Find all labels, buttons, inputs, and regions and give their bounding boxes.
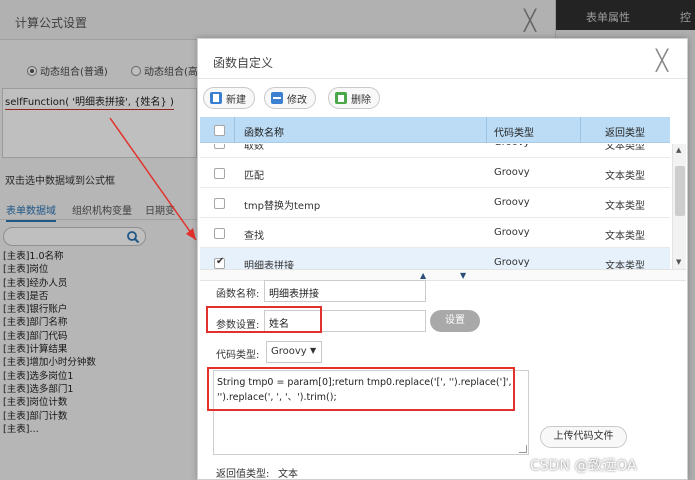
collapse-down-icon[interactable]: ▼ [460,271,466,280]
cell-return-type: 文本类型 [605,231,645,242]
watermark: CSDN @致远OA [530,458,637,474]
cell-function-name: 明细表拼接 [244,261,294,269]
function-toolbar: 新建 修改 删除 [198,87,687,113]
table-row[interactable]: 查找 Groovy 文本类型 [200,218,670,248]
cell-function-name: tmp替换为temp [244,201,321,212]
cell-code-type: Groovy [494,167,530,178]
cell-function-name: 匹配 [244,171,264,182]
cell-return-type: 文本类型 [605,171,645,182]
expand-up-icon[interactable]: ▲ [420,271,426,280]
row-checkbox[interactable] [214,144,225,149]
function-dialog-title: 函数自定义 [213,56,274,70]
column-divider [580,117,581,143]
new-button[interactable]: 新建 [203,87,255,109]
table-header: 函数名称 代码类型 返回类型 [200,117,670,143]
table-row[interactable]: tmp替换为temp Groovy 文本类型 [200,188,670,218]
return-type-label: 返回值类型: [216,469,270,480]
function-name-label: 函数名称: [216,289,260,300]
scroll-up-icon[interactable]: ▲ [676,146,681,154]
code-type-value: Groovy [271,346,307,357]
cell-function-name: 查找 [244,231,264,242]
delete-button[interactable]: 删除 [328,87,380,109]
table-body: 取数 Groovy 文本类型 匹配 Groovy 文本类型 tmp替换为temp… [200,144,670,269]
row-checkbox-checked[interactable] [214,256,225,269]
return-type-value: 文本 [278,469,298,480]
cell-code-type: Groovy [494,144,530,148]
header-return-type[interactable]: 返回类型 [605,124,645,139]
function-table: 函数名称 代码类型 返回类型 取数 Groovy 文本类型 匹配 Groovy … [200,117,688,269]
delete-button-label: 删除 [351,94,371,106]
close-icon[interactable]: ╳ [656,50,668,70]
trash-icon [335,92,347,104]
new-button-label: 新建 [226,94,246,106]
row-checkbox[interactable] [214,228,225,239]
annotation-box-code [207,367,515,411]
resize-handle-icon[interactable] [519,445,527,453]
cell-function-name: 取数 [244,144,264,152]
table-row[interactable]: 取数 Groovy 文本类型 [200,144,670,158]
table-row[interactable]: 匹配 Groovy 文本类型 [200,158,670,188]
set-button[interactable]: 设置 [430,310,480,332]
dropdown-caret-icon[interactable]: ▼ [310,346,316,355]
cell-return-type: 文本类型 [605,201,645,212]
function-name-field[interactable]: 明细表拼接 [264,280,426,302]
custom-function-dialog: 函数自定义 ╳ 新建 修改 删除 函数名称 代码类型 返回类型 取数 文本类型 … [197,38,688,480]
edit-button-label: 修改 [287,94,307,106]
new-document-icon [210,92,222,104]
scroll-down-icon[interactable]: ▼ [676,258,681,266]
function-dialog-titlebar: 函数自定义 ╳ [198,39,687,79]
table-row-selected[interactable]: 明细表拼接 Groovy 文本类型 [200,248,670,269]
select-all-checkbox[interactable] [214,125,225,136]
row-checkbox[interactable] [214,198,225,209]
header-code-type[interactable]: 代码类型 [494,124,534,139]
edit-icon [271,92,283,104]
column-divider [234,117,235,143]
cell-return-type: 文本类型 [605,144,645,152]
row-checkbox[interactable] [214,168,225,179]
cell-code-type: Groovy [494,197,530,208]
cell-code-type: Groovy [494,257,530,268]
upload-code-file-button[interactable]: 上传代码文件 [540,426,627,448]
header-function-name[interactable]: 函数名称 [244,124,284,139]
annotation-box-params [206,306,322,333]
code-type-label: 代码类型: [216,350,260,361]
scroll-thumb[interactable] [675,166,685,216]
column-divider [486,117,487,143]
cell-return-type: 文本类型 [605,261,645,269]
cell-code-type: Groovy [494,227,530,238]
edit-button[interactable]: 修改 [264,87,316,109]
table-scrollbar[interactable]: ▲ ▼ [672,144,686,269]
